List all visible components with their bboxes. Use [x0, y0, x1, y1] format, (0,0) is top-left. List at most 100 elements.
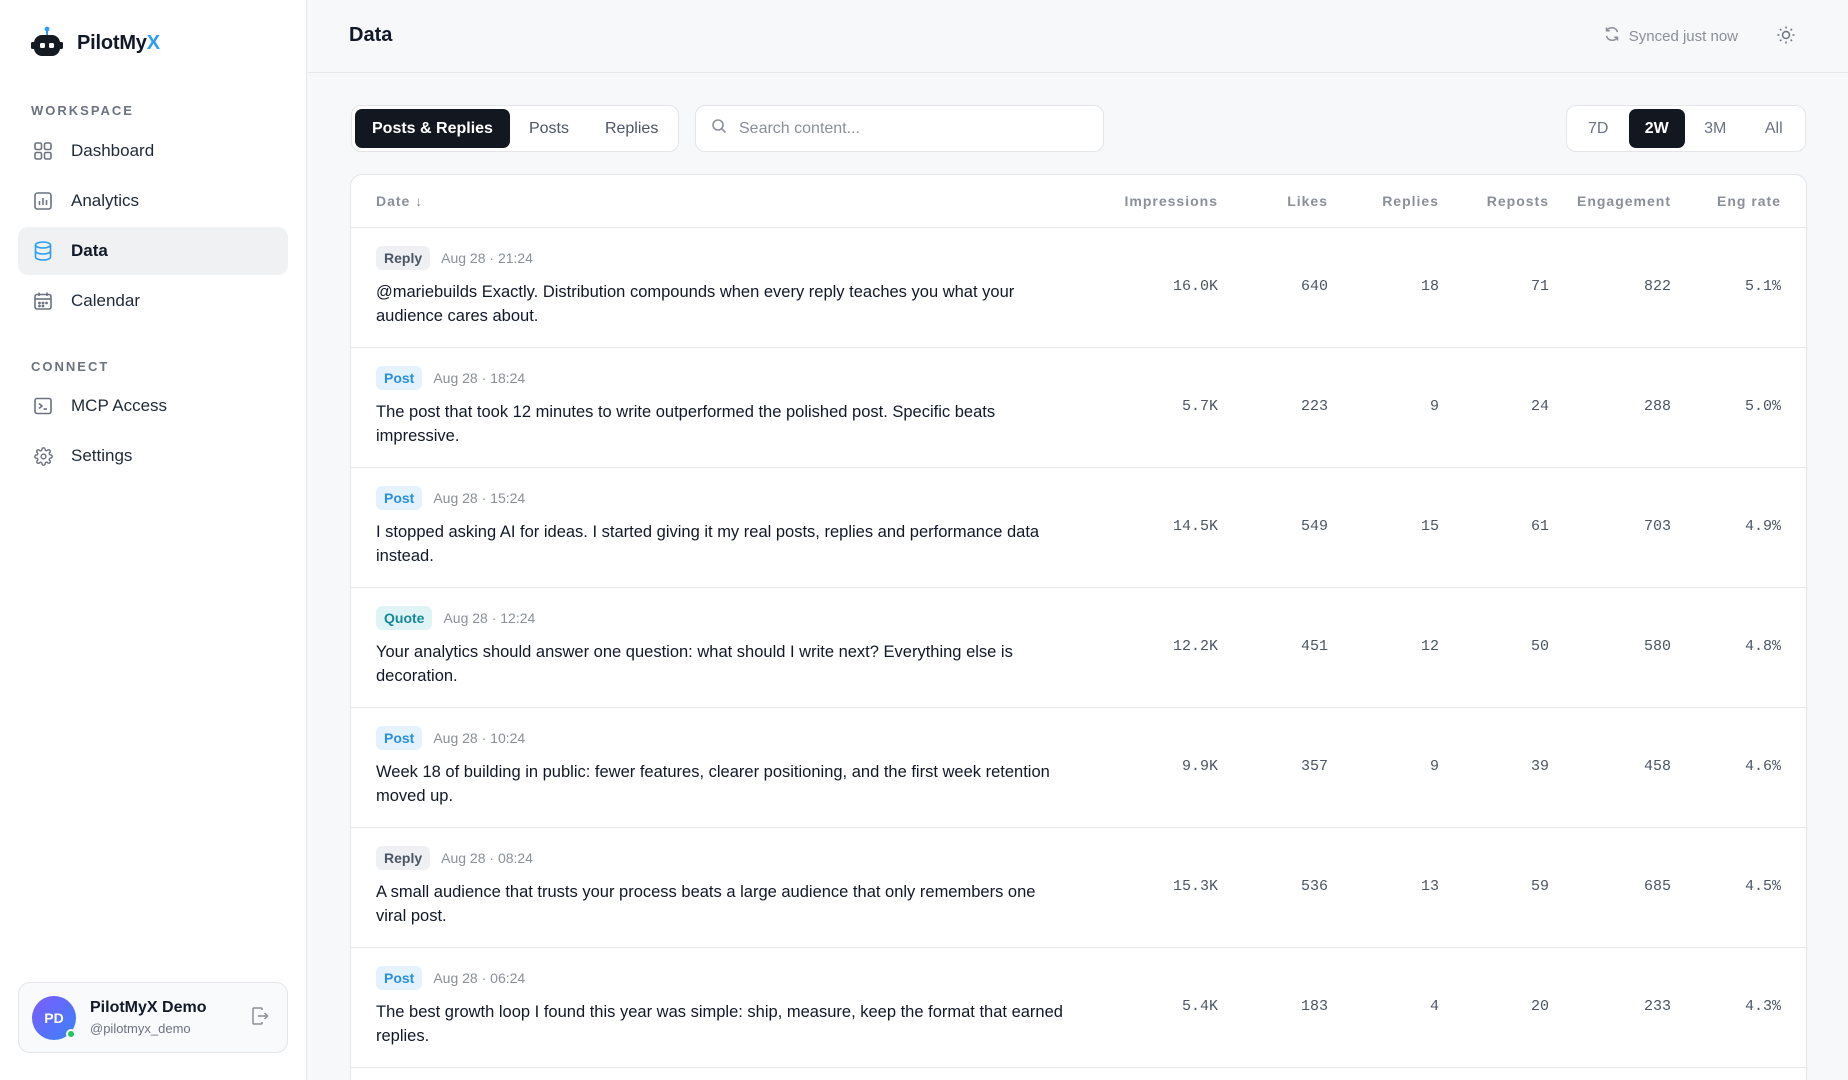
- content-type-badge: Quote: [376, 606, 433, 630]
- sun-theme-toggle-icon[interactable]: [1776, 25, 1798, 47]
- row-content-text: Your analytics should answer one questio…: [376, 643, 1013, 685]
- table-row[interactable]: Quote Aug 28 · 12:24 Your analytics should…: [351, 588, 1806, 708]
- brand[interactable]: PilotMyX: [30, 26, 160, 60]
- search-icon: [711, 118, 727, 139]
- cell-likes: 549: [1300, 518, 1328, 535]
- column-header-reposts[interactable]: Reposts: [1487, 193, 1549, 209]
- date-range-selector: 7D 2W 3M All: [1566, 105, 1806, 152]
- sidebar-item-settings[interactable]: Settings: [18, 432, 288, 480]
- cell-impressions: 5.7K: [1181, 398, 1218, 415]
- tab-replies[interactable]: Replies: [588, 109, 675, 148]
- cell-likes: 357: [1300, 758, 1328, 775]
- cell-eng-rate: 4.3%: [1744, 998, 1781, 1015]
- row-meta: Post Aug 28 · 18:24: [376, 366, 525, 390]
- sidebar-item-dashboard[interactable]: Dashboard: [18, 127, 288, 175]
- cell-reposts: 20: [1530, 998, 1549, 1015]
- cell-replies: 4: [1429, 998, 1439, 1015]
- table-row[interactable]: Post Aug 28 · 06:24 The best growth loop I…: [351, 948, 1806, 1068]
- workspace-section-label: WORKSPACE: [31, 103, 134, 118]
- row-meta: Reply Aug 28 · 21:24: [376, 246, 533, 270]
- user-info: PilotMyX Demo @pilotmyx_demo: [90, 999, 206, 1036]
- sidebar-item-label: Settings: [71, 446, 133, 465]
- search-input[interactable]: [739, 119, 1069, 138]
- bar-chart-icon: [33, 191, 53, 211]
- database-icon: [33, 241, 53, 261]
- calendar-icon: [33, 291, 53, 311]
- column-header-likes[interactable]: Likes: [1287, 193, 1328, 209]
- sync-text: Synced just now: [1628, 27, 1738, 45]
- table-row[interactable]: Post Aug 28 · 10:24 Week 18 of building in…: [351, 708, 1806, 828]
- logout-icon[interactable]: [251, 1007, 271, 1027]
- page-title: Data: [349, 24, 393, 46]
- sidebar-item-calendar[interactable]: Calendar: [18, 277, 288, 325]
- cell-likes: 223: [1300, 398, 1328, 415]
- cell-impressions: 9.9K: [1181, 758, 1218, 775]
- row-content-text: @mariebuilds Exactly. Distribution compo…: [376, 283, 1015, 325]
- table-row[interactable]: Post Aug 28 · 15:24 I stopped asking AI fo…: [351, 468, 1806, 588]
- tab-posts[interactable]: Posts: [512, 109, 586, 148]
- cell-reposts: 24: [1530, 398, 1549, 415]
- row-date: Aug 28 · 12:24: [443, 610, 536, 626]
- cell-likes: 640: [1300, 278, 1328, 295]
- connect-section-label: CONNECT: [31, 359, 110, 374]
- content-type-badge: Reply: [376, 846, 431, 870]
- range-2w-button[interactable]: 2W: [1628, 109, 1685, 148]
- sidebar-item-analytics[interactable]: Analytics: [18, 177, 288, 225]
- column-header-replies[interactable]: Replies: [1382, 193, 1439, 209]
- cell-eng-rate: 4.9%: [1744, 518, 1781, 535]
- sidebar-item-label: Dashboard: [71, 141, 155, 160]
- sidebar-item-label: Calendar: [71, 291, 140, 310]
- content-type-badge: Post: [376, 966, 423, 990]
- user-handle: @pilotmyx_demo: [90, 1021, 191, 1036]
- column-header-eng-rate[interactable]: Eng rate: [1717, 193, 1781, 209]
- cell-engagement: 233: [1643, 998, 1671, 1015]
- sync-status[interactable]: Synced just now: [1604, 26, 1738, 46]
- cell-impressions: 15.3K: [1172, 878, 1218, 895]
- cell-engagement: 822: [1643, 278, 1671, 295]
- cell-engagement: 458: [1643, 758, 1671, 775]
- robot-logo-icon: [30, 26, 64, 60]
- cell-reposts: 59: [1530, 878, 1549, 895]
- column-header-impressions[interactable]: Impressions: [1125, 193, 1218, 209]
- user-name: PilotMyX Demo: [90, 999, 207, 1016]
- online-status-dot: [66, 1028, 76, 1039]
- cell-likes: 183: [1300, 998, 1328, 1015]
- cell-impressions: 12.2K: [1172, 638, 1218, 655]
- row-content-text: Week 18 of building in public: fewer fea…: [376, 763, 1050, 805]
- table-body: Reply Aug 28 · 21:24 @mariebuilds Exactly.…: [351, 228, 1806, 1068]
- content-type-badge: Post: [376, 486, 423, 510]
- cell-eng-rate: 5.1%: [1744, 278, 1781, 295]
- row-date: Aug 28 · 10:24: [433, 730, 526, 746]
- brand-name: PilotMyX: [77, 31, 160, 54]
- sidebar-item-label: MCP Access: [71, 396, 168, 415]
- row-content-text: I stopped asking AI for ideas. I started…: [376, 523, 1040, 565]
- row-content-text: The best growth loop I found this year w…: [376, 1003, 1063, 1045]
- range-3m-button[interactable]: 3M: [1687, 109, 1744, 148]
- user-card[interactable]: PD PilotMyX Demo @pilotmyx_demo: [18, 982, 288, 1053]
- avatar: PD: [32, 995, 76, 1040]
- content-type-badge: Post: [376, 726, 423, 750]
- row-content-text: A small audience that trusts your proces…: [376, 883, 1036, 925]
- sidebar-item-label: Analytics: [71, 191, 140, 210]
- cell-eng-rate: 5.0%: [1744, 398, 1781, 415]
- column-header-engagement[interactable]: Engagement: [1577, 193, 1671, 209]
- cell-replies: 13: [1420, 878, 1439, 895]
- row-meta: Quote Aug 28 · 12:24: [376, 606, 535, 630]
- cell-impressions: 14.5K: [1172, 518, 1218, 535]
- range-7d-button[interactable]: 7D: [1570, 109, 1627, 148]
- topbar: Data Synced just now: [308, 0, 1848, 73]
- cell-reposts: 50: [1530, 638, 1549, 655]
- sidebar-item-mcp-access[interactable]: MCP Access: [18, 382, 288, 430]
- sidebar: PilotMyX WORKSPACE Dashboard Analytics D…: [0, 0, 307, 1080]
- table-row[interactable]: Post Aug 28 · 18:24 The post that took 12 …: [351, 348, 1806, 468]
- table-row[interactable]: Reply Aug 28 · 21:24 @mariebuilds Exactly.…: [351, 228, 1806, 348]
- table-row[interactable]: Reply Aug 28 · 08:24 A small audience that…: [351, 828, 1806, 948]
- sidebar-item-data[interactable]: Data: [18, 227, 288, 275]
- range-all-button[interactable]: All: [1746, 109, 1803, 148]
- gear-icon: [33, 446, 53, 466]
- column-header-date[interactable]: Date ↓: [376, 193, 423, 209]
- content-type-badge: Post: [376, 366, 423, 390]
- row-content-text: The post that took 12 minutes to write o…: [376, 403, 996, 445]
- cell-replies: 9: [1429, 758, 1439, 775]
- tab-posts-and-replies[interactable]: Posts & Replies: [355, 109, 510, 148]
